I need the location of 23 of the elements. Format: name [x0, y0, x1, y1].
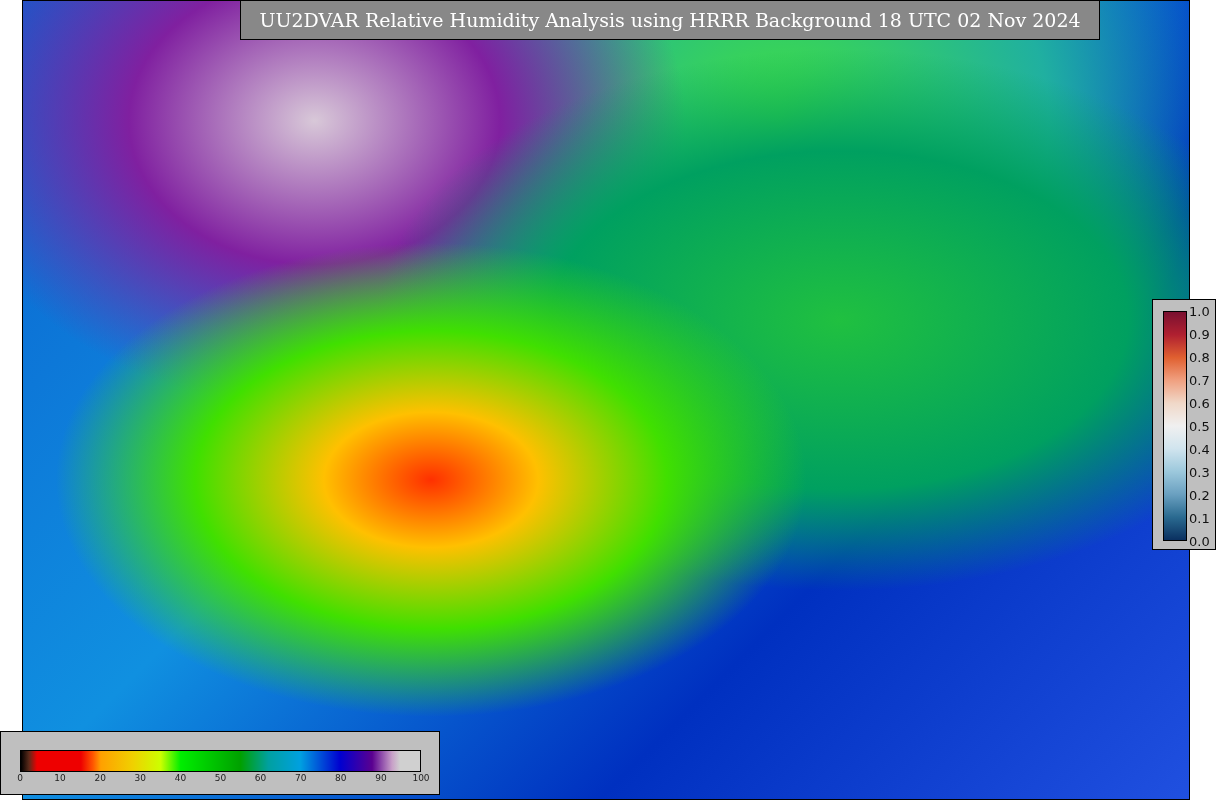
colorbar-tick-label: 30	[134, 774, 146, 783]
colorbar-tick-label: 0.7	[1189, 373, 1210, 387]
colorbar-tick-label: 100	[412, 774, 430, 783]
colorbar-tick-label: 50	[214, 774, 227, 783]
colorbar-tick-label: 0.5	[1189, 419, 1210, 433]
colorbar-tick-label: 1.0	[1189, 304, 1210, 318]
colorbar-tick-label: 60	[254, 774, 267, 783]
colorbar-tick-label: 90	[375, 774, 387, 783]
colorbar-tick-label: 10	[54, 774, 66, 783]
colorbar-tick-label: 0	[17, 774, 23, 783]
colorbar-tick-label: 0.3	[1189, 465, 1210, 479]
colorbar-tick-label: 0.2	[1189, 488, 1210, 502]
colorbar-tick-label: 20	[94, 774, 106, 783]
colorbar-tick-label: 0.1	[1189, 511, 1210, 525]
colorbar-tick-label: 80	[335, 774, 347, 783]
colorbar-tick-label: 0.4	[1189, 442, 1210, 456]
colorbar-tick-label: 70	[294, 774, 307, 783]
colorbar-tick-label: 40	[174, 774, 187, 783]
colorbar-tick-label: 0.9	[1189, 327, 1210, 341]
colorbar-tick-label: 0.0	[1189, 534, 1210, 548]
map-title: UU2DVAR Relative Humidity Analysis using HRRR Background 18 UTC 02 Nov 2024	[240, 0, 1100, 40]
colorbar-tick-label: 0.8	[1189, 350, 1210, 364]
colorbar-tick-label: 0.6	[1189, 396, 1210, 410]
